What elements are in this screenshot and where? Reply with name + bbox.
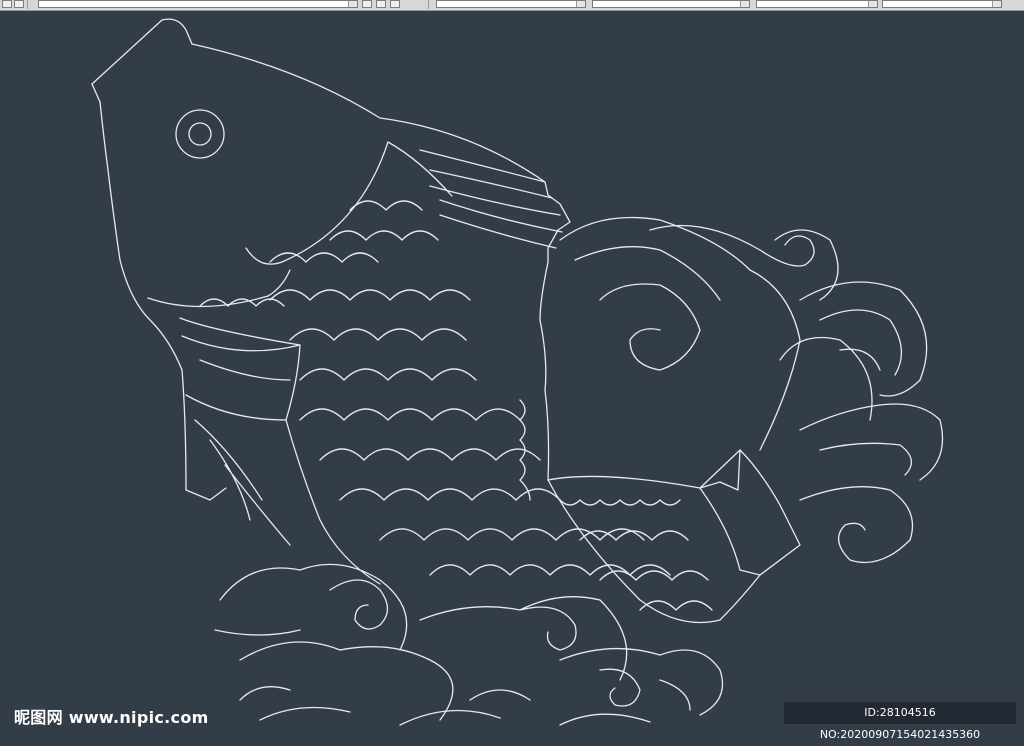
pectoral-fin [181, 335, 301, 546]
fish-outline [91, 18, 741, 491]
fish-mouth-line [147, 269, 291, 308]
bottom-waves-lower [259, 706, 651, 726]
toolbar-button[interactable] [376, 0, 386, 8]
chevron-down-icon[interactable] [868, 1, 877, 7]
plotstyle-dropdown[interactable] [882, 0, 1002, 8]
watermark-id: ID:28104516 NO:20200907154021435360 [784, 702, 1016, 741]
chevron-down-icon[interactable] [992, 1, 1001, 7]
fish-eye-inner [188, 122, 212, 146]
color-dropdown[interactable] [436, 0, 586, 8]
toolbar-separator [27, 0, 28, 9]
cad-toolbar [0, 0, 1024, 11]
chevron-down-icon[interactable] [576, 1, 585, 7]
fish-scales [199, 200, 713, 611]
tail-base [699, 449, 801, 576]
toolbar-separator [428, 0, 429, 9]
fish-head-line [91, 83, 227, 501]
lineweight-dropdown[interactable] [756, 0, 878, 8]
fish-gill-line [245, 141, 389, 265]
layer-dropdown[interactable] [38, 0, 358, 8]
toolbar-button[interactable] [390, 0, 400, 8]
carp-drawing [91, 18, 944, 726]
watermark-site: 昵图网 www.nipic.com [14, 708, 209, 727]
bottom-waves [214, 563, 724, 721]
chevron-down-icon[interactable] [740, 1, 749, 7]
fish-eye-outer [175, 109, 225, 159]
chevron-down-icon[interactable] [348, 1, 357, 7]
wave-curl-top [649, 224, 839, 301]
drawing-canvas[interactable] [0, 11, 1024, 733]
linetype-dropdown[interactable] [592, 0, 750, 8]
toolbar-button[interactable] [14, 0, 24, 8]
toolbar-button[interactable] [2, 0, 12, 8]
toolbar-button[interactable] [362, 0, 372, 8]
wave-plumes [779, 281, 944, 564]
